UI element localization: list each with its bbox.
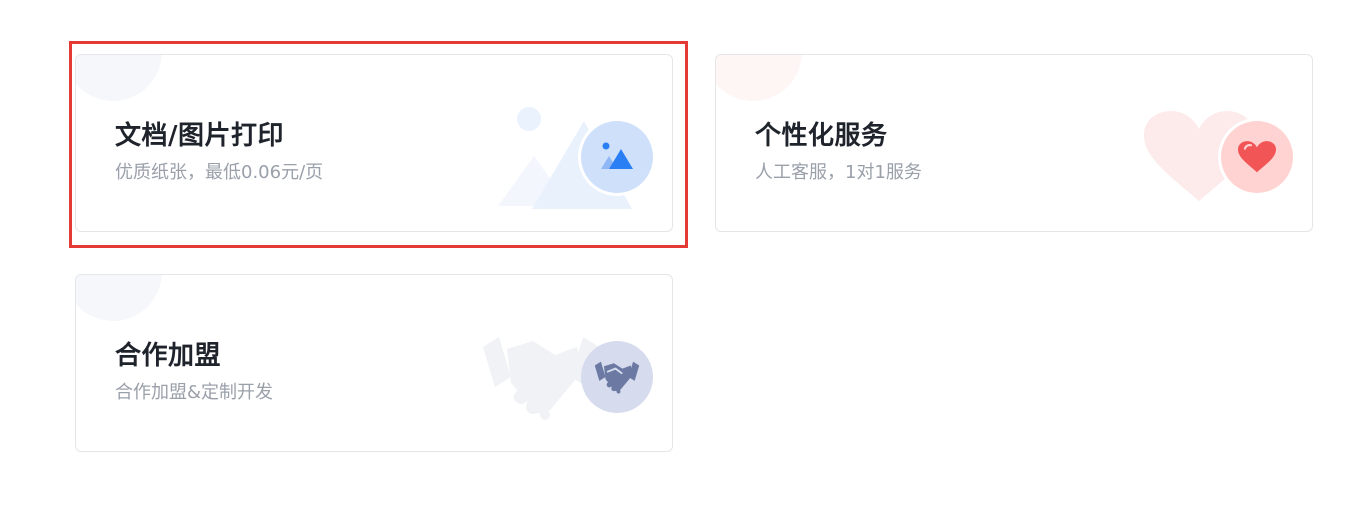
- card-subtitle: 人工客服，1对1服务: [755, 162, 922, 183]
- image-icon: [581, 121, 653, 193]
- card-subtitle: 合作加盟&定制开发: [115, 382, 274, 403]
- card-title: 个性化服务: [755, 121, 888, 151]
- card-title: 合作加盟: [115, 341, 222, 371]
- card-personal-service[interactable]: 个性化服务 人工客服，1对1服务: [715, 54, 1313, 232]
- card-document-printing[interactable]: 文档/图片打印 优质纸张，最低0.06元/页: [75, 54, 673, 232]
- card-subtitle: 优质纸张，最低0.06元/页: [115, 162, 324, 183]
- handshake-icon: [581, 341, 653, 413]
- card-franchise[interactable]: 合作加盟 合作加盟&定制开发: [75, 274, 673, 452]
- decorative-circle: [716, 55, 802, 101]
- heart-icon: [1221, 121, 1293, 193]
- decorative-circle: [76, 55, 162, 101]
- card-title: 文档/图片打印: [115, 121, 284, 151]
- decorative-circle: [76, 275, 162, 321]
